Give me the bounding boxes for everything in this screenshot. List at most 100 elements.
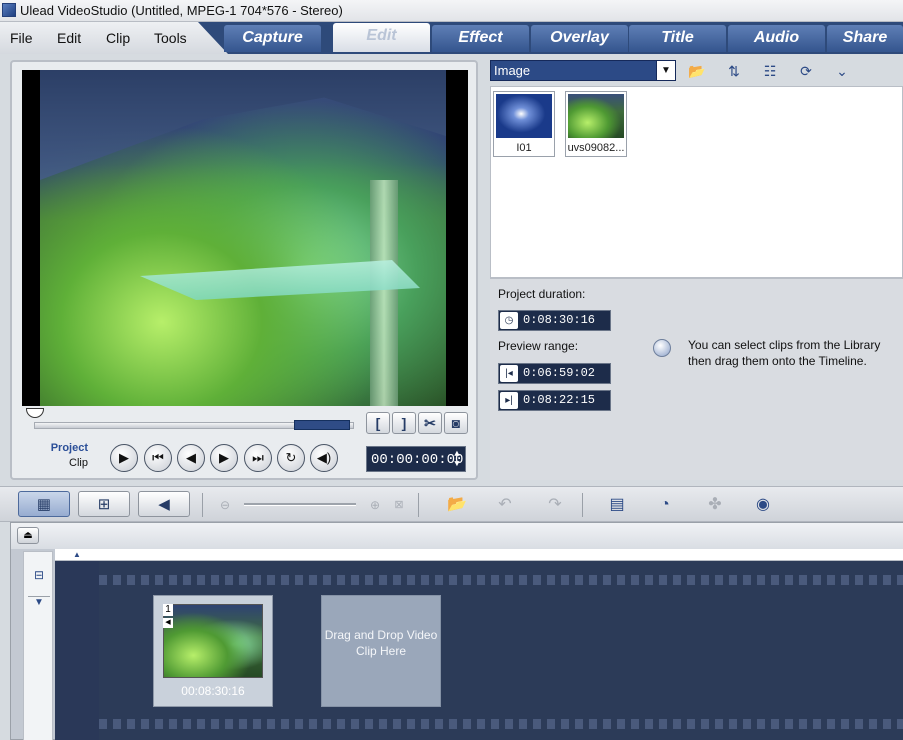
surround-51-icon: ◉: [756, 496, 770, 513]
import-folder-button[interactable]: 📂: [685, 60, 709, 82]
library-category-select[interactable]: Image ▼: [490, 60, 676, 81]
storyboard: 1 ◀ 00:08:30:16 Drag and Drop Video Clip…: [55, 561, 903, 740]
library-panel: I01 uvs09082...: [490, 86, 903, 278]
timeline-view-button[interactable]: ⊞: [78, 491, 130, 517]
timecode-field[interactable]: 00:00:00:00 ▲ ▼: [366, 446, 466, 472]
smart-render-button[interactable]: ▤: [604, 492, 630, 518]
chevron-down-icon[interactable]: ▼: [656, 61, 675, 80]
scissors-icon: ✂: [424, 415, 436, 431]
zoom-out-icon: ⊖: [219, 498, 231, 512]
zoom-out-button[interactable]: ⊖: [212, 492, 238, 518]
storyboard-clip[interactable]: 1 ◀ 00:08:30:16: [153, 595, 273, 707]
menu-edit[interactable]: Edit: [57, 30, 81, 46]
library-item-label: uvs09082...: [567, 142, 625, 154]
project-mode-label[interactable]: Project: [50, 442, 88, 454]
preview-frame-image: [40, 70, 446, 406]
drop-zone[interactable]: Drag and Drop Video Clip Here: [321, 595, 441, 707]
clip-thumbnail: [163, 604, 263, 678]
insert-media-button[interactable]: 📂: [444, 492, 470, 518]
library-manager-button[interactable]: ⟳: [794, 60, 818, 82]
project-duration-button[interactable]: ◔: [652, 492, 678, 518]
film-strip: 1 ◀ 00:08:30:16 Drag and Drop Video Clip…: [99, 561, 903, 740]
timecode-spinner[interactable]: ▲ ▼: [451, 449, 463, 469]
volume-button[interactable]: ◀): [310, 444, 338, 472]
project-duration-icon: ◔: [660, 496, 670, 513]
preview-screen: [22, 70, 468, 406]
range-start-field: |◂ 0:06:59:02: [498, 363, 611, 384]
fit-project-button[interactable]: ⊠: [386, 492, 412, 518]
list-view-icon: ☷: [763, 63, 777, 79]
scrubber[interactable]: [24, 408, 354, 434]
mark-out-button[interactable]: ]: [392, 412, 416, 434]
library-category-value: Image: [494, 63, 531, 78]
thumbnail-image: [496, 94, 552, 138]
end-button[interactable]: ⏭: [244, 444, 272, 472]
play-icon: ▶: [119, 450, 129, 465]
project-clip-toggle[interactable]: Project Clip: [50, 442, 88, 469]
project-duration-field: ◷ 0:08:30:16: [498, 310, 611, 331]
trim-range[interactable]: [294, 420, 350, 430]
next-frame-icon: ▶: [219, 450, 229, 465]
collapse-button[interactable]: ⏏: [17, 527, 39, 544]
undo-icon: ↶: [498, 496, 512, 513]
zoom-in-button[interactable]: ⊕: [362, 492, 388, 518]
surround-51-button[interactable]: ◉: [750, 492, 776, 518]
menu-clip[interactable]: Clip: [106, 30, 130, 46]
repeat-icon: ↻: [285, 450, 297, 465]
mixer-button[interactable]: ✤: [702, 492, 728, 518]
project-duration-label: Project duration:: [498, 287, 586, 301]
tab-capture[interactable]: Capture: [224, 25, 321, 52]
tab-edit[interactable]: Edit: [333, 23, 430, 52]
folder-icon: 📂: [688, 63, 706, 79]
scrub-handle[interactable]: [26, 408, 44, 418]
view-options-button[interactable]: ☷: [758, 60, 782, 82]
previous-frame-button[interactable]: ◀: [177, 444, 205, 472]
storyboard-view-icon: ▦: [36, 496, 52, 513]
clip-index: 1: [163, 604, 173, 616]
range-end-field: ▸| 0:08:22:15: [498, 390, 611, 411]
zoom-slider[interactable]: [244, 503, 356, 506]
sort-button[interactable]: ⇅: [722, 60, 746, 82]
cut-clip-button[interactable]: ✂: [418, 412, 442, 434]
tab-effect[interactable]: Effect: [432, 25, 529, 52]
storyboard-view-button[interactable]: ▦: [18, 491, 70, 517]
play-button[interactable]: ▶: [110, 444, 138, 472]
audio-view-button[interactable]: ◀: [138, 491, 190, 517]
tab-title[interactable]: Title: [629, 25, 726, 52]
redo-button[interactable]: ↷: [542, 492, 568, 518]
thumbnail-image: [568, 94, 624, 138]
mark-in-button[interactable]: [: [366, 412, 390, 434]
redo-icon: ↷: [548, 496, 562, 513]
drop-zone-label: Drag and Drop Video Clip Here: [324, 628, 438, 658]
skip-start-icon: ⏮: [152, 450, 164, 465]
undo-button[interactable]: ↶: [492, 492, 518, 518]
hint-bulb-icon: [653, 339, 671, 357]
timecode-value: 00:00:00:00: [371, 452, 464, 468]
timeline-ruler[interactable]: ▲: [55, 549, 903, 561]
playhead-marker-icon[interactable]: ▲: [73, 550, 81, 559]
library-item[interactable]: uvs09082...: [565, 91, 627, 157]
preview-range-label: Preview range:: [498, 339, 579, 353]
menu-tools[interactable]: Tools: [154, 30, 187, 46]
project-duration-value: 0:08:30:16: [523, 313, 596, 327]
library-item[interactable]: I01: [493, 91, 555, 157]
chevron-down-icon[interactable]: ▼: [28, 596, 50, 608]
menu-file[interactable]: File: [10, 30, 33, 46]
clip-mode-label[interactable]: Clip: [50, 457, 88, 469]
film-perforation: [99, 719, 903, 729]
expand-options-button[interactable]: ⌄: [830, 60, 854, 82]
clip-duration: 00:08:30:16: [181, 684, 245, 698]
tab-overlay[interactable]: Overlay: [531, 25, 628, 52]
home-button[interactable]: ⏮: [144, 444, 172, 472]
preview-panel: [ ] ✂ ◙ Project Clip ▶ ⏮ ◀ ▶ ⏭ ↻ ◀) 00:0…: [10, 60, 478, 480]
track-manager-icon[interactable]: ⊟: [28, 568, 50, 582]
enlarge-button[interactable]: ◙: [444, 412, 468, 434]
repeat-button[interactable]: ↻: [277, 444, 305, 472]
next-frame-button[interactable]: ▶: [210, 444, 238, 472]
tab-share[interactable]: Share: [827, 25, 903, 52]
audio-view-icon: ◀: [158, 496, 170, 513]
tab-audio[interactable]: Audio: [728, 25, 825, 52]
insert-media-icon: 📂: [447, 496, 467, 513]
timeline-header: ⏏: [11, 523, 903, 549]
audio-icon: ◀: [163, 618, 173, 628]
